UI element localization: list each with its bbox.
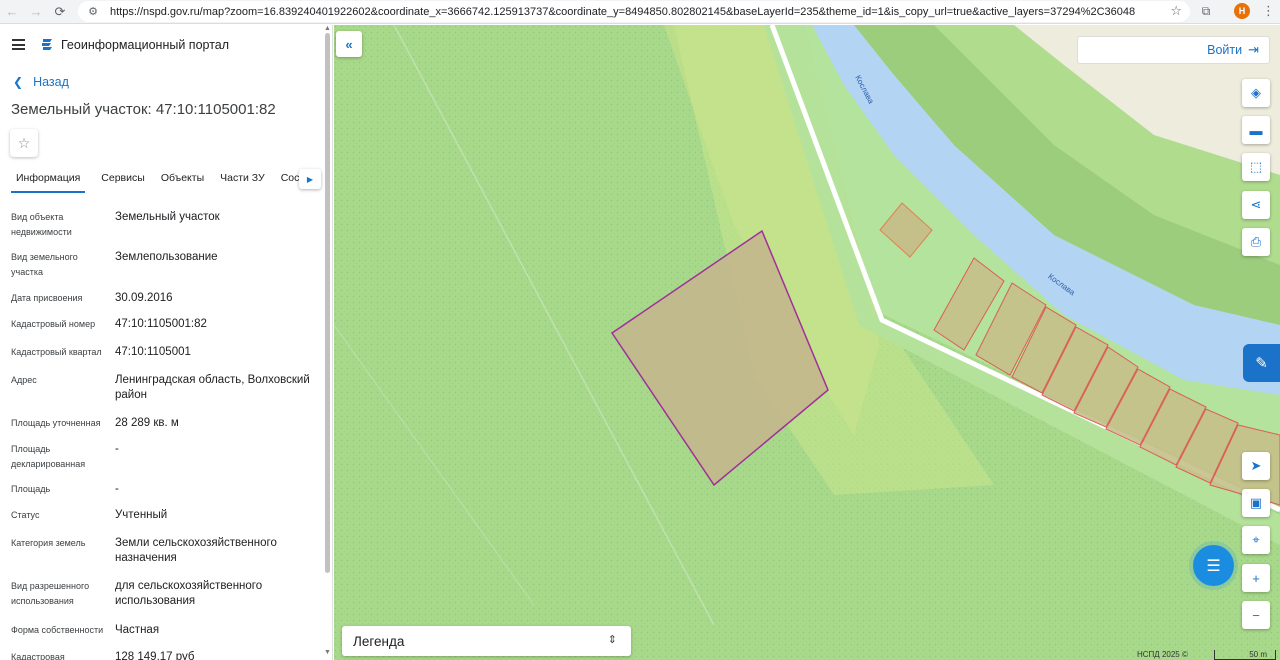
- chat-bubble-icon: ✎: [1255, 355, 1268, 372]
- property-value: Землепользование: [115, 251, 218, 263]
- property-key: Кадастровый номер: [11, 319, 96, 329]
- tabs-scroll-right-button[interactable]: ▶: [299, 169, 321, 189]
- property-key: Форма собственности: [11, 625, 104, 635]
- scroll-up-arrow[interactable]: ▲: [324, 25, 331, 32]
- property-value: Учтенный: [115, 509, 168, 521]
- property-value: для сельскохозяйственного использования: [115, 580, 263, 607]
- menu-icon[interactable]: [12, 39, 25, 50]
- property-value: Ленинградская область, Волховский район: [115, 374, 310, 401]
- map-copyright: НСПД 2025 ©: [1137, 650, 1188, 659]
- property-key: Статус: [11, 510, 40, 520]
- zoom-out-button[interactable]: −: [1242, 601, 1270, 629]
- property-value: -: [115, 443, 119, 455]
- plus-icon: +: [1252, 570, 1260, 586]
- ruler-button[interactable]: ▬: [1242, 116, 1270, 144]
- back-label: Назад: [33, 75, 69, 89]
- browser-toolbar: ← → ⟳ ⚙ https://nspd.gov.ru/map?zoom=16.…: [0, 0, 1280, 24]
- print-button[interactable]: ⎙: [1242, 228, 1270, 256]
- share-button[interactable]: ⋖: [1242, 191, 1270, 219]
- favorite-button[interactable]: ☆: [10, 129, 38, 157]
- property-value: 47:10:1105001: [115, 346, 191, 358]
- zoom-in-button[interactable]: +: [1242, 564, 1270, 592]
- select-area-icon: ⬚: [1249, 159, 1263, 174]
- reload-icon[interactable]: ⟳: [48, 0, 72, 24]
- map-layers: [334, 25, 1280, 660]
- legend-dropdown[interactable]: Легенда ⇕: [342, 626, 631, 656]
- property-value: 47:10:1105001:82: [115, 318, 207, 330]
- tab-objects[interactable]: Объекты: [161, 167, 204, 193]
- back-button[interactable]: ❮ Назад: [13, 75, 69, 89]
- print-icon: ⎙: [1250, 234, 1262, 249]
- login-icon: ⇥: [1248, 42, 1259, 57]
- tab-bar: Информация Сервисы Объекты Части ЗУ Сост…: [0, 167, 322, 193]
- info-panel: Геоинформационный портал ❮ Назад Земельн…: [0, 25, 333, 660]
- tab-services[interactable]: Сервисы: [101, 167, 145, 193]
- property-value: Земельный участок: [115, 211, 220, 223]
- map-canvas[interactable]: Кослава Кослава: [334, 25, 1280, 660]
- url-text: https://nspd.gov.ru/map?zoom=16.83924040…: [110, 5, 1136, 18]
- share-icon: ⋖: [1250, 197, 1262, 212]
- map-scale: 50 m: [1214, 650, 1276, 660]
- page-title: Земельный участок: 47:10:1105001:82: [11, 101, 276, 118]
- property-key: Категория земель: [11, 538, 86, 548]
- property-value: Частная: [115, 624, 160, 636]
- property-value: 28 289 кв. м: [115, 417, 179, 429]
- collapse-panel-button[interactable]: «: [336, 31, 362, 57]
- location-pin-icon: ⌖: [1252, 532, 1260, 547]
- property-key: Кадастровый квартал: [11, 347, 102, 357]
- property-key: Вид объекта недвижимости: [11, 212, 72, 237]
- star-icon: ☆: [17, 134, 31, 151]
- tab-parts[interactable]: Части ЗУ: [220, 167, 265, 193]
- login-button[interactable]: Войти ⇥: [1077, 36, 1270, 64]
- address-bar[interactable]: ⚙ https://nspd.gov.ru/map?zoom=16.839240…: [78, 1, 1190, 22]
- select-area-button[interactable]: ⬚: [1242, 153, 1270, 181]
- login-label: Войти: [1207, 43, 1243, 57]
- property-key: Вид разрешенного использования: [11, 581, 90, 606]
- minimap-icon: ▣: [1249, 495, 1263, 510]
- portal-title: Геоинформационный портал: [61, 38, 230, 52]
- navigation-arrow-icon: ➤: [1250, 458, 1262, 473]
- site-settings-icon[interactable]: ⚙: [86, 5, 100, 19]
- browser-menu-icon[interactable]: ⋮: [1262, 3, 1275, 19]
- property-key: Площадь: [11, 484, 51, 494]
- property-value: 128 149,17 руб: [115, 651, 195, 660]
- minimap-button[interactable]: ▣: [1242, 489, 1270, 517]
- minus-icon: −: [1252, 607, 1260, 623]
- layers-button[interactable]: ◈: [1242, 79, 1270, 107]
- property-key: Вид земельного участка: [11, 252, 78, 277]
- property-key: Площадь декларированная: [11, 444, 86, 469]
- property-key: Кадастровая: [11, 652, 65, 660]
- expand-icon: ⇕: [607, 634, 617, 646]
- ruler-icon: ▬: [1249, 122, 1263, 138]
- chat-lines-icon: ☰: [1206, 557, 1221, 575]
- side-panel-tab[interactable]: ✎: [1243, 344, 1280, 382]
- property-value: Земли сельскохозяйственного назначения: [115, 537, 277, 564]
- profile-avatar[interactable]: Н: [1234, 3, 1250, 19]
- double-chevron-left-icon: «: [345, 36, 353, 52]
- scroll-down-arrow[interactable]: ▼: [324, 649, 331, 656]
- legend-label: Легенда: [353, 633, 405, 649]
- extensions-icon[interactable]: ⧉: [1198, 4, 1214, 20]
- property-key: Площадь уточненная: [11, 418, 101, 428]
- property-key: Адрес: [11, 375, 37, 385]
- property-key: Дата присвоения: [11, 293, 83, 303]
- forward-arrow-icon[interactable]: →: [24, 0, 48, 24]
- chevron-left-icon: ❮: [13, 75, 24, 89]
- tab-info[interactable]: Информация: [11, 167, 86, 193]
- back-arrow-icon[interactable]: ←: [0, 0, 24, 24]
- layers-icon: ◈: [1251, 85, 1261, 100]
- panel-scrollbar[interactable]: [325, 33, 330, 573]
- locate-button[interactable]: ➤: [1242, 452, 1270, 480]
- geolocation-button[interactable]: ⌖: [1242, 526, 1270, 554]
- chat-button[interactable]: ☰: [1193, 545, 1234, 586]
- bookmark-star-icon[interactable]: ☆: [1170, 3, 1182, 19]
- portal-logo-icon: [42, 39, 52, 50]
- property-value: -: [115, 483, 119, 495]
- property-value: 30.09.2016: [115, 292, 173, 304]
